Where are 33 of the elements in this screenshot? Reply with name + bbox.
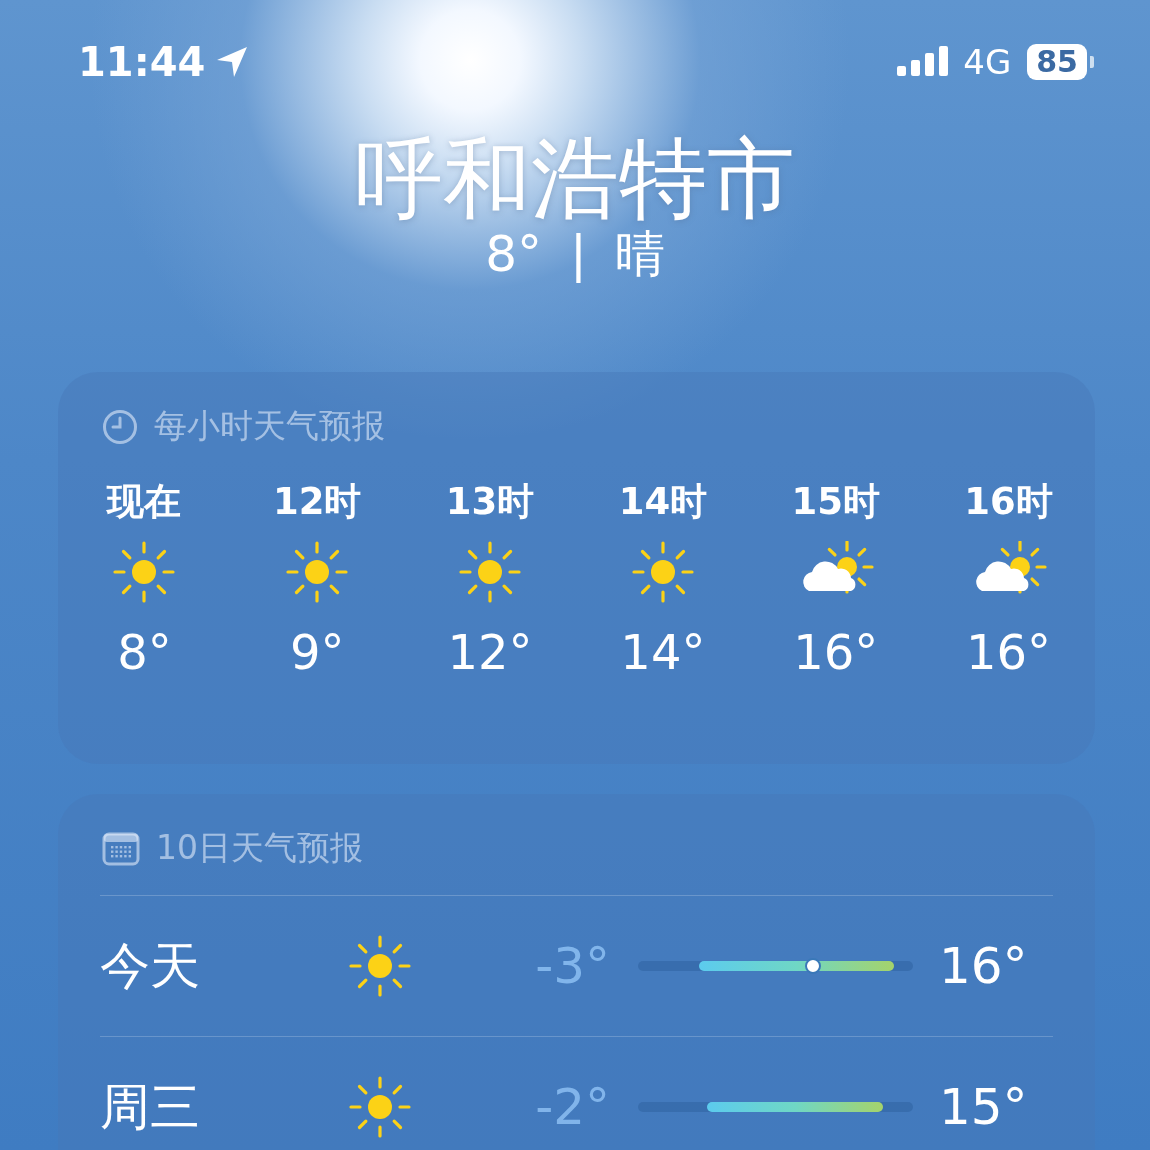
sun-icon <box>631 541 694 603</box>
hour-label: 12时 <box>273 479 362 525</box>
sun-icon <box>349 1076 411 1138</box>
sun-icon <box>459 541 522 603</box>
card-title: 10日天气预报 <box>156 827 363 869</box>
network-type: 4G <box>963 42 1012 82</box>
hour-label: 15时 <box>791 479 880 525</box>
low-temperature: -3° <box>534 937 610 995</box>
hour-temperature: 16° <box>793 623 879 682</box>
battery-indicator: 85 <box>1027 44 1094 80</box>
day-label: 今天 <box>100 935 201 997</box>
signal-icon <box>897 46 950 78</box>
calendar-icon <box>102 830 140 867</box>
hour-temperature: 8° <box>117 623 172 682</box>
sun-icon <box>349 935 411 997</box>
hour-temperature: 9° <box>289 623 345 682</box>
hour-temperature: 12° <box>447 623 533 682</box>
sun-icon <box>286 541 349 603</box>
low-temperature: -2° <box>534 1078 610 1136</box>
hour-label: 14时 <box>618 479 708 525</box>
sun-icon <box>113 541 176 603</box>
high-temperature: 15° <box>939 1078 1028 1136</box>
hour-temperature: 16° <box>966 623 1052 682</box>
hour-label: 16时 <box>964 479 1053 525</box>
status-time: 11:44 <box>78 39 206 85</box>
day-label: 周三 <box>100 1076 201 1138</box>
high-temperature: 16° <box>939 937 1028 995</box>
hour-label: 现在 <box>107 479 182 525</box>
hour-temperature: 14° <box>620 623 706 682</box>
clock-icon <box>102 408 138 445</box>
location-arrow-icon <box>215 45 250 79</box>
card-title: 每小时天气预报 <box>154 405 385 447</box>
hour-label: 13时 <box>445 479 535 525</box>
